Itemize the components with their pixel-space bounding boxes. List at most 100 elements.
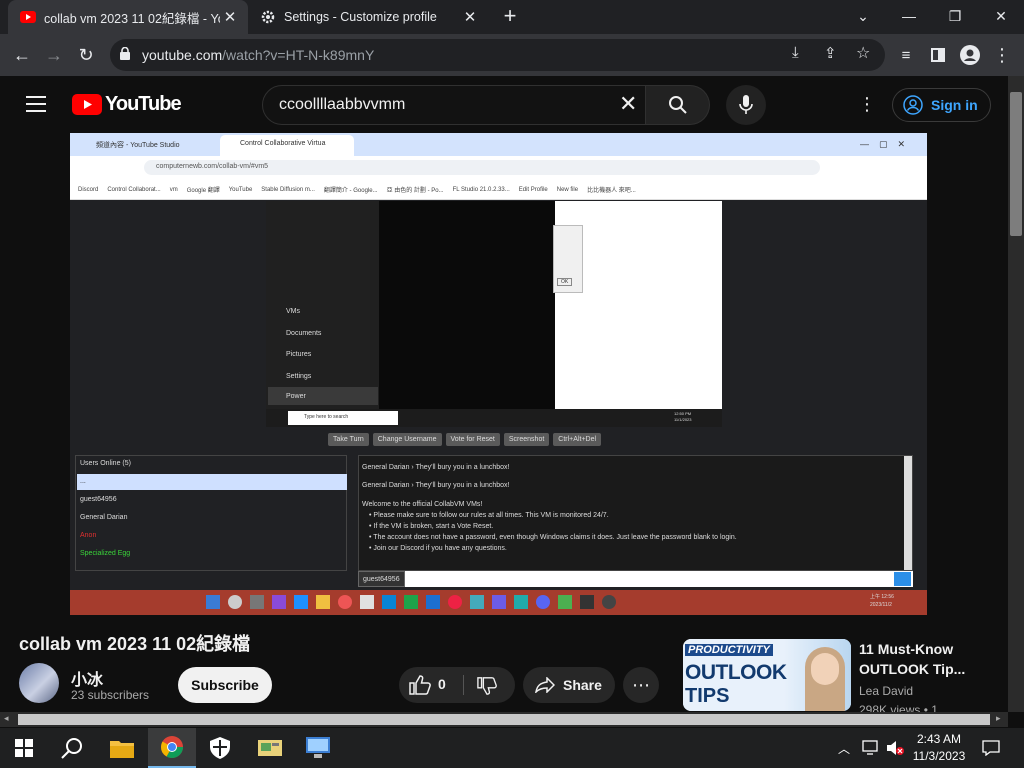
bookmark-star-icon[interactable]: ☆ (856, 43, 870, 63)
share-icon (535, 677, 555, 693)
inner-toolbar: computernewb.com/collab-vm/#vm5 (70, 156, 927, 180)
inner-tab-1: 頻道內容 - YouTube Studio (96, 142, 180, 149)
gear-icon (260, 9, 276, 25)
reload-icon[interactable]: ↻ (71, 40, 101, 70)
start-item-pictures: Pictures (286, 351, 312, 358)
host-clock: 上午 12:56 2023/11/2 (870, 594, 894, 608)
browser-toolbar: ← → ↻ youtube.com/watch?v=HT-N-k89mnY ⤓ … (0, 34, 1024, 76)
microphone-icon (739, 95, 753, 114)
logo-text: YouTube (105, 93, 182, 115)
share-button[interactable]: Share (523, 667, 615, 703)
taskbar-search-icon[interactable] (48, 728, 96, 768)
avatar[interactable] (19, 663, 59, 703)
close-window-button[interactable]: ✕ (978, 0, 1024, 32)
user-row: ... (80, 478, 86, 485)
reading-list-icon[interactable]: ≡ (891, 40, 921, 70)
like-count: 0 (438, 676, 446, 692)
video-player[interactable]: 頻道內容 - YouTube Studio Control Collaborat… (70, 133, 927, 615)
hamburger-menu-icon[interactable] (26, 96, 46, 117)
vm-screen[interactable]: VMs Documents Pictures Settings Power OK… (266, 201, 722, 427)
side-panel-icon[interactable] (923, 40, 953, 70)
close-tab-icon[interactable]: ✕ (460, 8, 480, 26)
minimize-button[interactable]: — (886, 0, 932, 32)
recommended-author[interactable]: Lea David (859, 684, 913, 698)
tab-search-icon[interactable]: ⌄ (840, 0, 886, 32)
vm-search-box: Type here to search (304, 414, 349, 420)
youtube-logo-icon (72, 94, 102, 115)
share-label: Share (563, 677, 602, 693)
security-shield-icon[interactable] (196, 728, 244, 768)
windows-start-icon[interactable] (0, 728, 48, 768)
back-icon[interactable]: ← (7, 40, 37, 70)
tab-strip: collab vm 2023 11 02紀錄檔 - YouTube ✕ Sett… (0, 0, 1024, 34)
chat-line: • If the VM is broken, start a Vote Rese… (369, 523, 494, 530)
search-input[interactable]: ccoollllaabbvvmm ✕ (262, 85, 646, 125)
chat-line: • Please make sure to follow our rules a… (369, 512, 609, 519)
notification-icon[interactable] (982, 740, 1000, 761)
tab-settings[interactable]: Settings - Customize profile ✕ (248, 0, 488, 34)
vote-reset-button[interactable]: Vote for Reset (445, 433, 500, 446)
thumb-text-outlook: OUTLOOK (685, 661, 787, 684)
like-dislike-group: 0 (399, 667, 515, 703)
inner-window-controls: — ▢ ✕ (860, 139, 906, 149)
chrome-taskbar-icon[interactable] (148, 728, 196, 768)
youtube-logo[interactable]: YouTube (72, 93, 182, 116)
subscribe-button[interactable]: Subscribe (178, 667, 272, 703)
thumb-text-productivity: PRODUCTIVITY (685, 644, 773, 656)
remote-desktop-icon[interactable] (294, 728, 342, 768)
new-tab-button[interactable]: + (498, 5, 522, 29)
ctrl-alt-del-button[interactable]: Ctrl+Alt+Del (553, 433, 602, 446)
user-row: Anon (80, 532, 97, 539)
inner-tab-2: Control Collaborative Virtua (240, 140, 326, 147)
scroll-right-icon[interactable]: ▸ (996, 713, 1001, 724)
users-panel: Users Online (5) ... guest64956 General … (75, 455, 347, 571)
channel-name[interactable]: 小冰 (71, 666, 103, 690)
settings-more-icon[interactable]: ⋮ (858, 94, 876, 115)
screenshot-button[interactable]: Screenshot (503, 433, 550, 446)
start-item-vms: VMs (286, 308, 300, 315)
url-path: /watch?v=HT-N-k89mnY (222, 47, 375, 63)
address-bar[interactable]: youtube.com/watch?v=HT-N-k89mnY ⤓ ⇪ ☆ (110, 39, 885, 71)
more-actions-button[interactable]: ⋯ (623, 667, 659, 703)
chat-input[interactable]: guest64956 (358, 571, 913, 587)
start-menu: VMs Documents Pictures Settings Power (266, 201, 379, 409)
forward-icon[interactable]: → (39, 40, 69, 70)
control-panel-icon[interactable] (246, 728, 294, 768)
restore-button[interactable]: ❐ (932, 0, 978, 32)
inner-url: computernewb.com/collab-vm/#vm5 (156, 163, 269, 170)
file-explorer-icon[interactable] (98, 728, 146, 768)
network-icon[interactable] (862, 740, 880, 761)
tab-youtube[interactable]: collab vm 2023 11 02紀錄檔 - YouTube ✕ (8, 0, 248, 34)
chat-send-icon[interactable] (894, 572, 911, 586)
start-item-documents: Documents (286, 330, 322, 337)
dislike-button[interactable] (477, 676, 497, 701)
profile-icon[interactable] (955, 40, 985, 70)
share-page-icon[interactable]: ⇪ (824, 44, 837, 62)
vm-clock: 12:50 PM 11/1/2023 (674, 411, 692, 422)
system-clock[interactable]: 2:43 AM 11/3/2023 (906, 731, 972, 765)
change-username-button[interactable]: Change Username (372, 433, 442, 446)
sign-in-button[interactable]: Sign in (892, 88, 991, 122)
user-row: Specialized Egg (80, 550, 131, 557)
like-button[interactable] (409, 675, 431, 700)
vm-window: OK (553, 201, 722, 409)
close-tab-icon[interactable]: ✕ (220, 8, 240, 26)
search-button[interactable] (646, 85, 710, 125)
tray-chevron-icon[interactable]: ︿ (838, 740, 850, 757)
lock-icon (120, 46, 130, 65)
page-scrollbar-thumb[interactable] (1010, 92, 1022, 236)
chrome-menu-icon[interactable]: ⋮ (987, 40, 1017, 70)
recommended-title[interactable]: 11 Must-Know OUTLOOK Tip... (859, 639, 999, 679)
voice-search-button[interactable] (726, 85, 766, 125)
scroll-left-icon[interactable]: ◂ (4, 713, 9, 724)
horizontal-scrollbar-thumb[interactable] (18, 714, 990, 725)
windows-taskbar: ︿ (0, 728, 1024, 768)
user-row: General Darian (80, 514, 128, 521)
inner-tab-strip: 頻道內容 - YouTube Studio Control Collaborat… (70, 133, 927, 156)
recommended-thumbnail[interactable]: PRODUCTIVITY OUTLOOK TIPS (683, 639, 851, 711)
search-icon (668, 96, 687, 114)
install-icon[interactable]: ⤓ (792, 44, 799, 61)
clear-search-icon[interactable]: ✕ (619, 91, 637, 117)
take-turn-button[interactable]: Take Turn (328, 433, 369, 446)
volume-muted-icon[interactable] (886, 740, 904, 761)
